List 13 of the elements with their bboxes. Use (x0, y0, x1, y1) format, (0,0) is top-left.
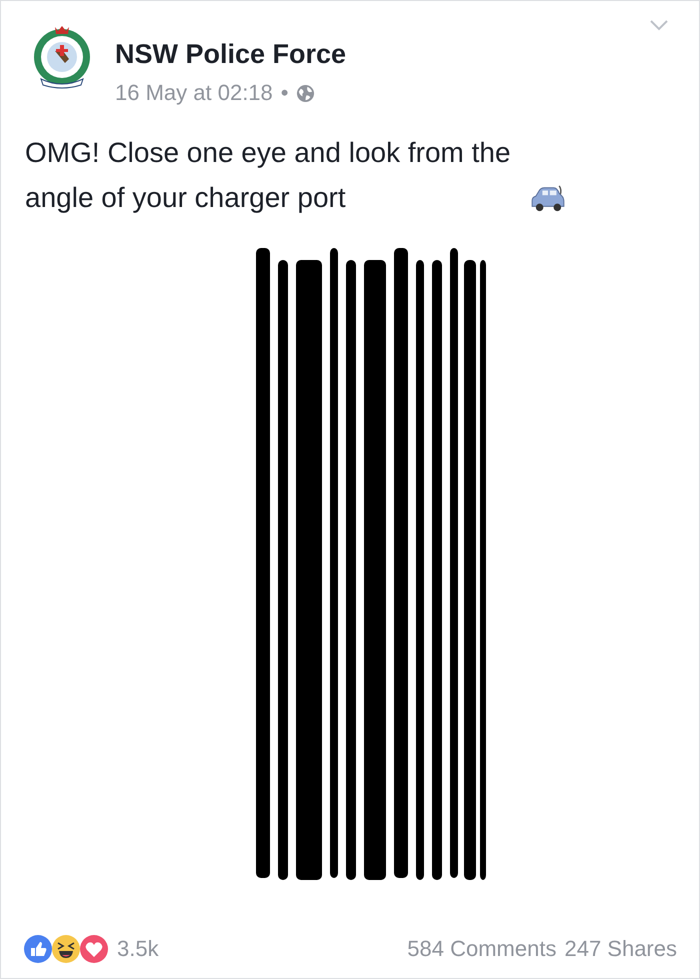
post-time[interactable]: 16 May at 02:18 (115, 80, 273, 106)
car-icon (531, 184, 565, 212)
post-text: OMG! Close one eye and look from the angle of your charger port (25, 136, 512, 215)
like-reaction-icon (23, 934, 53, 964)
comments-count[interactable]: 584 Comments (407, 936, 556, 962)
laugh-reaction-icon (51, 934, 81, 964)
chevron-down-icon[interactable] (649, 19, 669, 31)
globe-icon (296, 84, 316, 102)
love-reaction-icon (79, 934, 109, 964)
shares-count[interactable]: 247 Shares (564, 936, 677, 962)
reaction-count[interactable]: 3.5k (117, 936, 159, 962)
separator-dot: • (280, 80, 288, 106)
author-name[interactable]: NSW Police Force (115, 39, 346, 70)
